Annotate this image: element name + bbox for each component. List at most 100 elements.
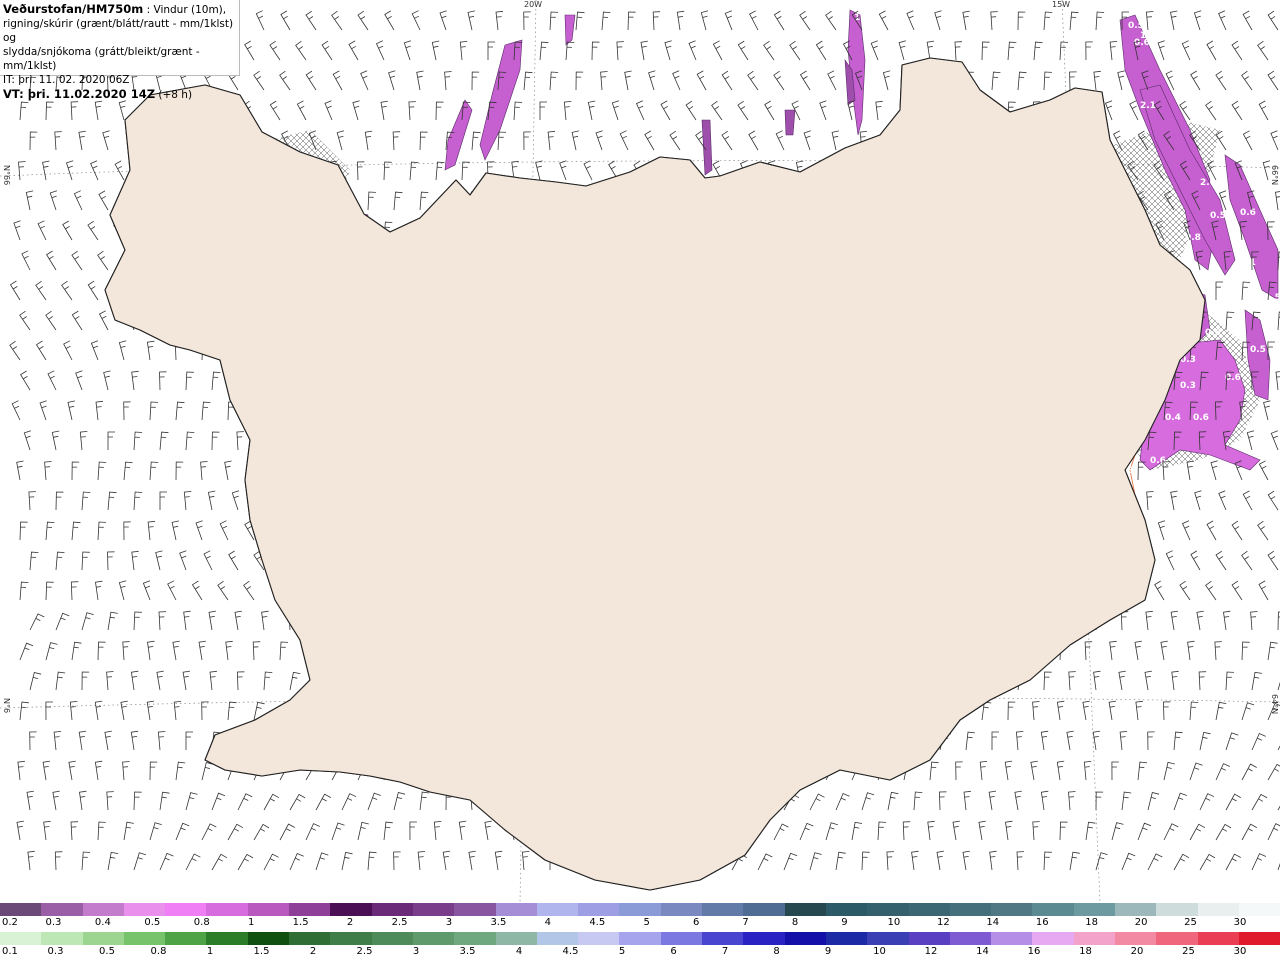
wind-barb	[19, 310, 31, 331]
legend-snow-swatch	[1197, 903, 1239, 916]
wind-barb	[1275, 191, 1280, 211]
wind-barb	[991, 71, 1001, 91]
wind-barb	[962, 10, 970, 31]
wind-barb	[87, 280, 99, 301]
wind-barb	[1111, 822, 1124, 841]
map-source-title: Veðurstofan/HM750m	[3, 2, 144, 16]
wind-barb	[419, 191, 429, 211]
wind-barb	[207, 490, 216, 511]
wind-barb	[147, 640, 155, 661]
wind-barb	[575, 11, 585, 31]
wind-barb	[565, 41, 575, 61]
legend-rain-swatch	[1115, 932, 1157, 945]
legend-rain-tick-label: 6	[670, 946, 677, 957]
wind-barb	[352, 100, 360, 121]
wind-barb	[55, 551, 65, 571]
wind-barb	[1173, 792, 1187, 811]
wind-barb	[851, 821, 863, 841]
wind-barb	[563, 101, 572, 121]
wind-barb	[409, 821, 417, 841]
wind-barb	[1189, 762, 1203, 781]
wind-barb	[444, 71, 452, 91]
wind-barb	[1121, 852, 1136, 871]
wind-barb	[195, 520, 203, 541]
wind-barb	[1186, 460, 1194, 481]
wind-barb	[45, 101, 54, 121]
wind-barb	[963, 790, 971, 811]
wind-barb	[619, 130, 629, 151]
legend-snow-tick-label: 14	[986, 917, 1000, 928]
wind-barb	[595, 130, 603, 151]
legend-snow-swatch	[1156, 903, 1198, 916]
wind-barb	[403, 40, 412, 61]
wind-barb	[146, 340, 155, 361]
legend-snow-tick-label: 2.5	[391, 917, 408, 928]
wind-barb	[724, 10, 733, 31]
legend-snow: 0.2 0.3 0.4 0.5 0.8 1 1.5 2 2.5 3 3.5 4 4.5 5 6 7 8 9 10 12…	[0, 903, 1280, 930]
wind-barb	[1043, 671, 1052, 691]
wind-barb	[467, 10, 475, 31]
wind-barb	[1117, 70, 1125, 91]
wind-barb	[159, 791, 170, 811]
precip-value: 0.6	[1193, 413, 1209, 423]
wind-barb	[51, 430, 60, 451]
precip-value: 0.8	[1185, 233, 1201, 243]
legend-rain-swatch	[123, 932, 166, 945]
wind-barb	[458, 820, 467, 841]
wind-barb	[305, 10, 317, 31]
legend-rain-tick-label: 0.8	[150, 946, 167, 957]
wind-barb	[97, 461, 107, 481]
wind-barb	[123, 401, 131, 421]
wind-barb	[47, 370, 57, 391]
wind-barb	[664, 40, 672, 61]
legend-snow-tick-label: 0.2	[2, 917, 18, 928]
legend-rain-swatch	[867, 932, 909, 945]
legend-snow-swatch	[206, 903, 248, 916]
wind-barb	[1187, 640, 1195, 661]
wind-barb	[75, 370, 83, 391]
wind-barb	[341, 851, 353, 871]
wind-barb	[435, 101, 444, 121]
wind-barb	[70, 101, 79, 121]
forecast-offset: (+8 h)	[155, 89, 193, 101]
legend-snow-tick-label: 25	[1184, 917, 1197, 928]
wind-barb	[78, 130, 86, 151]
wind-barb	[19, 581, 29, 601]
wind-barb	[1267, 763, 1280, 781]
wind-barb	[185, 731, 193, 750]
wind-barb	[487, 41, 495, 60]
wind-barb	[1173, 731, 1183, 751]
legend-rain: 0.1 0.3 0.5 0.8 1 1.5 2 2.5 3 3.5 4 4.5 5 6 7 8 9 10 12 14 1…	[0, 932, 1280, 959]
wind-barb	[1267, 490, 1279, 511]
legend-snow-tick-label: 1	[248, 917, 255, 928]
legend-rain-swatch	[949, 932, 992, 945]
initial-time: IT: þri. 11. 02. 2020 06Z	[3, 74, 130, 86]
wind-barb	[640, 40, 648, 61]
wind-barb	[19, 701, 29, 721]
wind-barb	[185, 792, 198, 811]
wind-barb	[71, 641, 82, 661]
legend-snow-tick-label: 2	[346, 917, 354, 928]
wind-barb	[244, 40, 255, 61]
wind-barb	[289, 671, 301, 691]
wind-barb	[1137, 761, 1147, 781]
wind-barb	[911, 850, 919, 871]
wind-barb	[435, 161, 445, 181]
wind-barb	[878, 10, 889, 31]
wind-barb	[44, 461, 52, 481]
map-description-2: rigning/skúrir (grænt/blátt/rautt - mm/1…	[3, 18, 234, 44]
wind-barb	[35, 340, 47, 361]
wind-barb	[269, 40, 281, 61]
legend-snow-swatch	[825, 903, 868, 916]
legend-snow-swatch	[702, 903, 744, 916]
wind-barb	[383, 161, 392, 181]
wind-barb	[42, 160, 50, 181]
precip-value: 0.5	[1128, 21, 1144, 31]
wind-barb	[627, 11, 636, 31]
wind-barb	[203, 550, 213, 571]
legend-snow-tick-label: 8	[791, 917, 799, 928]
wind-barb	[78, 730, 87, 751]
wind-barb	[809, 793, 825, 811]
wind-barb	[803, 130, 811, 151]
wind-barb	[1016, 851, 1025, 871]
